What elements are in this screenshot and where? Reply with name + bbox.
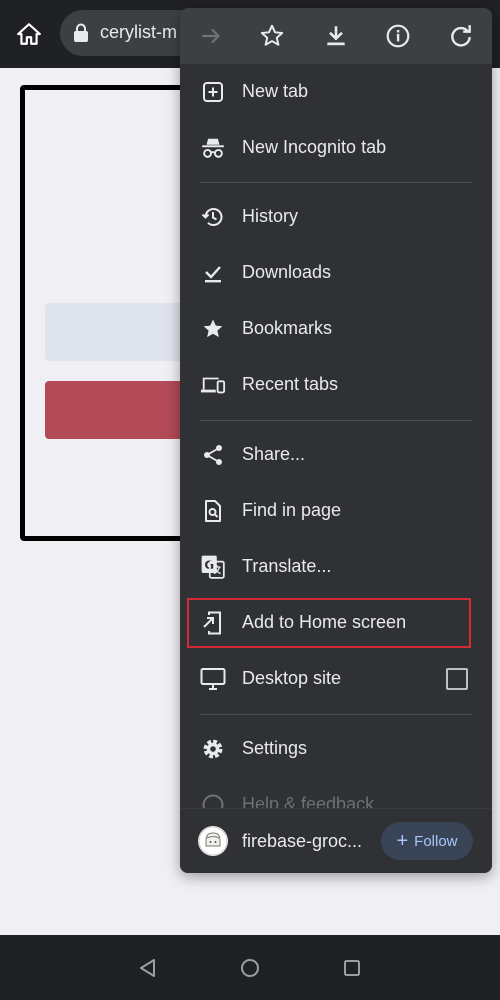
follow-label: Follow xyxy=(414,832,458,850)
share-icon xyxy=(200,442,226,468)
menu-item-add-to-home-screen[interactable]: Add to Home screen xyxy=(180,597,492,649)
menu-item-label: Downloads xyxy=(242,262,332,282)
overflow-menu: New tab New Incognito tab History Downlo… xyxy=(180,8,492,873)
menu-item-new-incognito-tab[interactable]: New Incognito tab xyxy=(180,122,492,174)
recents-icon[interactable] xyxy=(339,955,365,981)
menu-item-label: History xyxy=(242,206,299,226)
menu-item-downloads[interactable]: Downloads xyxy=(180,247,492,299)
menu-item-label: Bookmarks xyxy=(242,318,333,338)
menu-item-label: Settings xyxy=(242,738,308,758)
site-avatar xyxy=(198,826,228,856)
menu-footer: firebase-groc... + Follow xyxy=(180,808,492,873)
menu-item-label: New Incognito tab xyxy=(242,137,387,157)
new-tab-icon xyxy=(200,79,226,105)
menu-item-label: Recent tabs xyxy=(242,374,339,394)
download-icon[interactable] xyxy=(321,21,351,51)
menu-divider xyxy=(200,714,472,715)
settings-icon xyxy=(200,736,226,762)
menu-item-share[interactable]: Share... xyxy=(180,429,492,481)
lock-icon xyxy=(72,23,90,43)
home-nav-icon[interactable] xyxy=(237,955,263,981)
menu-item-new-tab[interactable]: New tab xyxy=(180,66,492,118)
follow-button[interactable]: + Follow xyxy=(381,822,473,860)
reload-icon[interactable] xyxy=(446,21,476,51)
translate-icon: G xyxy=(200,554,226,580)
menu-item-history[interactable]: History xyxy=(180,191,492,243)
bookmark-star-icon[interactable] xyxy=(257,21,287,51)
page-info-icon[interactable] xyxy=(383,21,413,51)
menu-item-settings[interactable]: Settings xyxy=(180,723,492,775)
menu-item-recent-tabs[interactable]: Recent tabs xyxy=(180,359,492,411)
menu-divider xyxy=(200,420,472,421)
history-icon xyxy=(200,204,226,230)
menu-item-label: New tab xyxy=(242,81,309,101)
add-to-home-icon xyxy=(200,610,226,636)
desktop-site-checkbox[interactable] xyxy=(446,668,468,690)
back-icon[interactable] xyxy=(135,955,161,981)
menu-item-label: Add to Home screen xyxy=(242,612,407,632)
plus-icon: + xyxy=(396,830,409,852)
desktop-icon xyxy=(200,666,226,692)
url-text: cerylist-m xyxy=(100,22,177,42)
menu-item-label: Translate... xyxy=(242,556,332,576)
find-in-page-icon xyxy=(200,498,226,524)
home-icon[interactable] xyxy=(12,17,46,51)
star-filled-icon xyxy=(200,316,226,342)
menu-item-find-in-page[interactable]: Find in page xyxy=(180,485,492,537)
downloads-done-icon xyxy=(200,260,226,286)
incognito-icon xyxy=(200,135,226,161)
menu-toolbar xyxy=(180,8,492,64)
menu-item-label: Desktop site xyxy=(242,668,342,688)
site-name: firebase-groc... xyxy=(242,831,363,851)
menu-item-bookmarks[interactable]: Bookmarks xyxy=(180,303,492,355)
system-navigation-bar xyxy=(0,935,500,1000)
menu-item-desktop-site[interactable]: Desktop site xyxy=(180,653,492,705)
menu-item-label: Share... xyxy=(242,444,306,464)
menu-item-label: Find in page xyxy=(242,500,342,520)
menu-item-translate[interactable]: G Translate... xyxy=(180,541,492,593)
devices-icon xyxy=(200,372,226,398)
forward-arrow-icon[interactable] xyxy=(196,21,226,51)
menu-divider xyxy=(200,182,472,183)
